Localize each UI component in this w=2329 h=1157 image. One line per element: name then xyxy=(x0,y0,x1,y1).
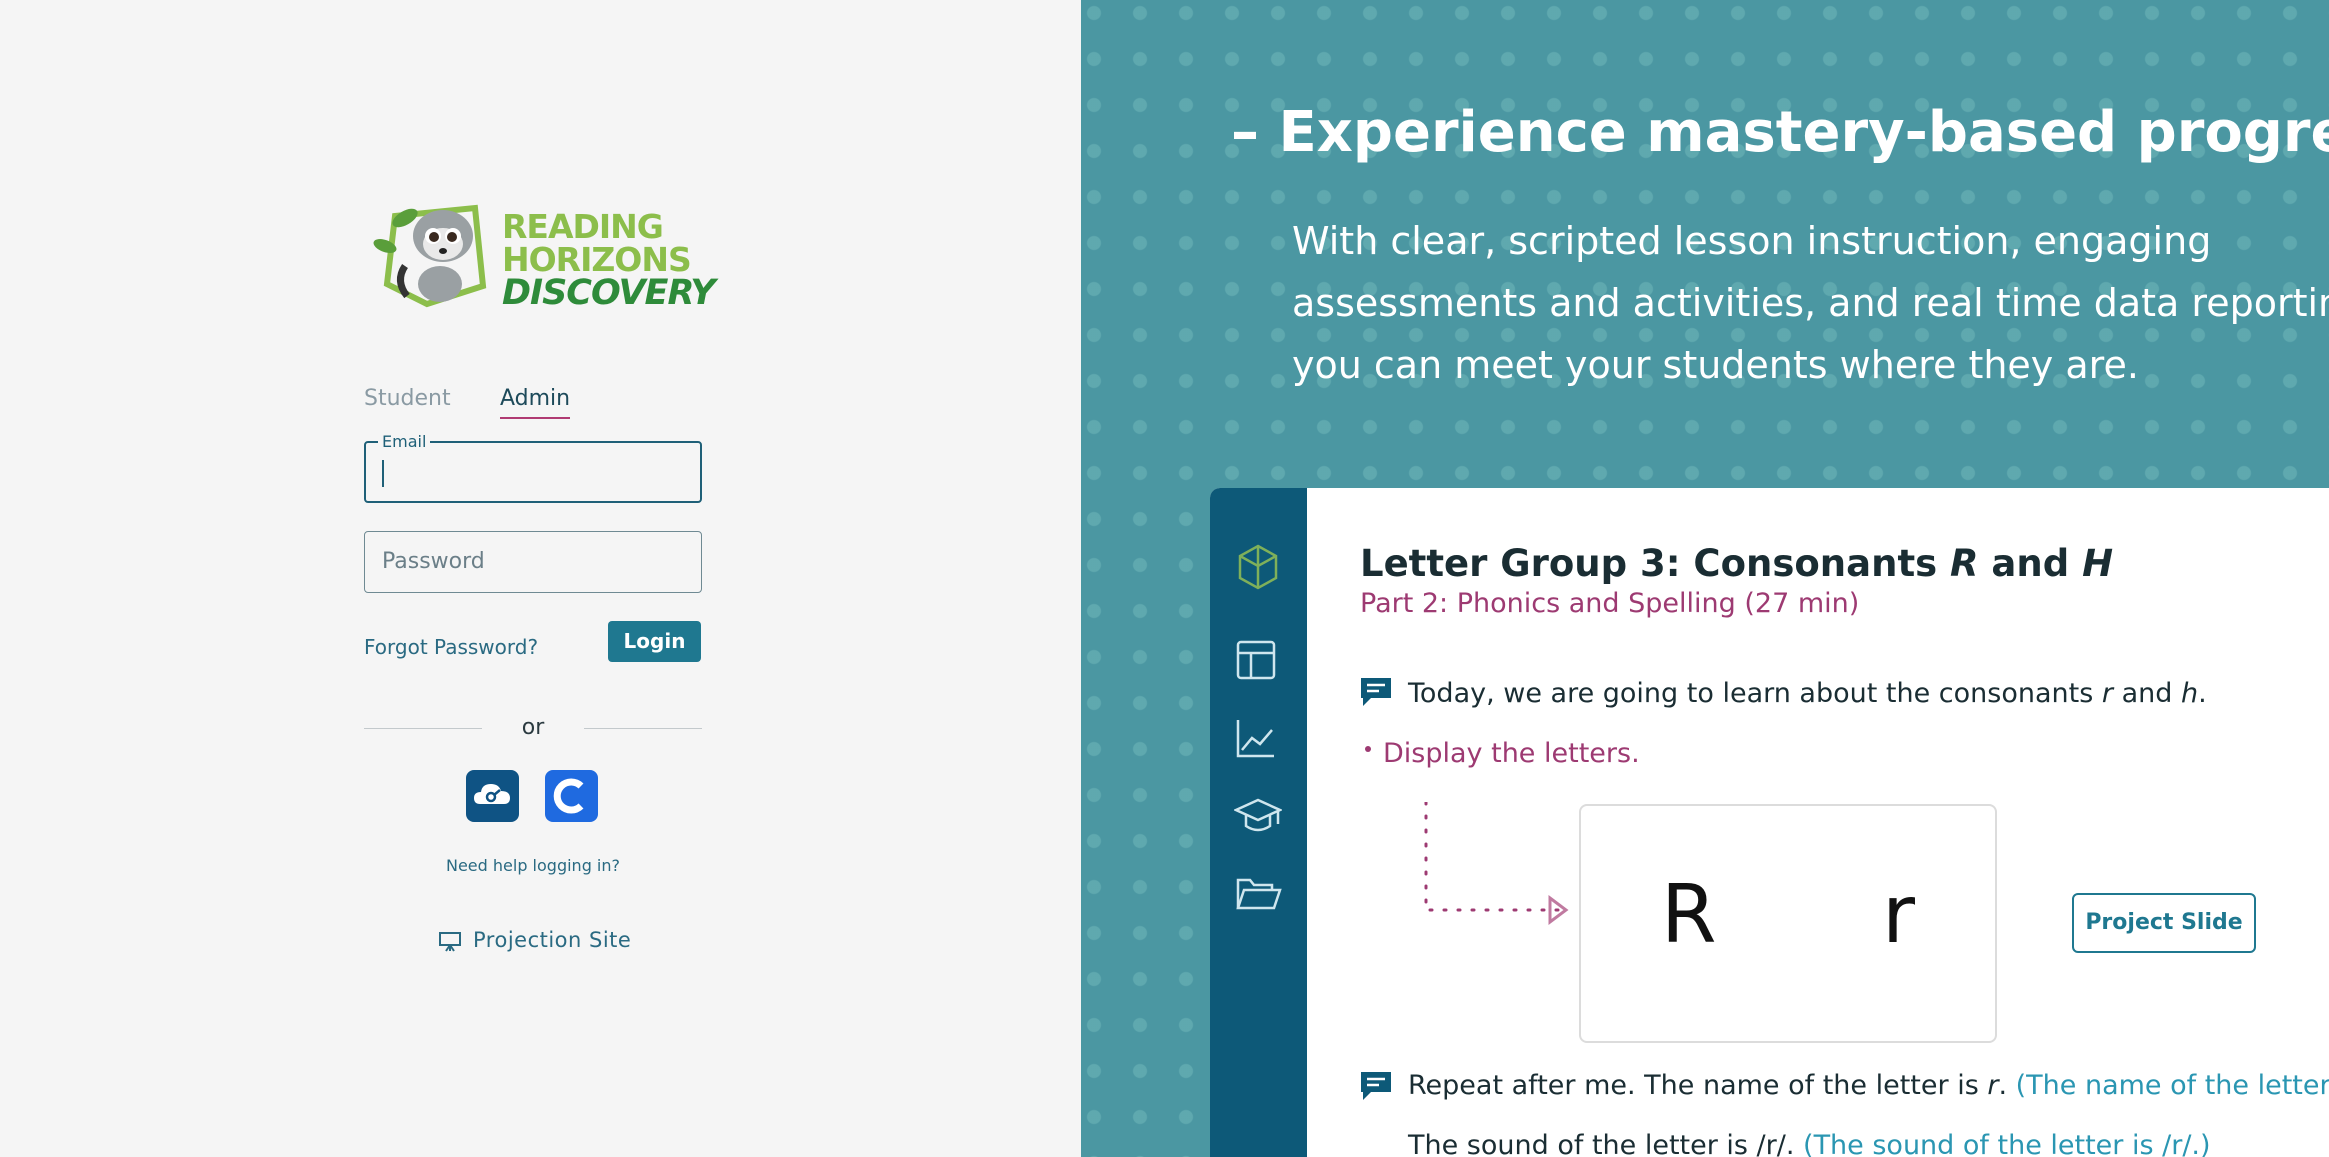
logo-text-horizons: HORIZONS xyxy=(502,240,692,279)
folder-open-icon xyxy=(1236,878,1282,910)
slide-letters: R r xyxy=(1661,868,1985,961)
student-response: (The sound of the letter is /r/.) xyxy=(1803,1130,2211,1157)
hero-body-line: you can meet your students where they ar… xyxy=(1292,343,2139,387)
projector-screen-icon xyxy=(439,932,461,952)
lesson-title-and: and xyxy=(1978,542,2083,585)
text-letter: h xyxy=(2180,678,2199,709)
sso-c-login-button[interactable] xyxy=(545,770,598,822)
forgot-password-link[interactable]: Forgot Password? xyxy=(364,635,538,659)
text-segment: and xyxy=(2113,678,2181,709)
display-letters-bullet: Display the letters. xyxy=(1383,738,1640,769)
bullet-dot xyxy=(1365,746,1371,752)
lesson-title-letter-r: R xyxy=(1950,542,1979,585)
need-help-link[interactable]: Need help logging in? xyxy=(364,856,702,875)
tab-student[interactable]: Student xyxy=(364,386,451,417)
password-field[interactable]: Password xyxy=(364,531,702,593)
sso-cloud-login-button[interactable] xyxy=(466,770,519,822)
student-response: (The name of the letter is r.) xyxy=(2016,1070,2329,1101)
app-sidebar xyxy=(1210,488,1307,1157)
hero-body-line: With clear, scripted lesson instruction,… xyxy=(1292,219,2212,263)
tab-admin[interactable]: Admin xyxy=(500,386,571,419)
lesson-title-prefix: Letter Group 3: Consonants xyxy=(1360,542,1951,585)
text-segment: The sound of the letter is /r/. xyxy=(1408,1130,1804,1157)
speech-bubble-icon xyxy=(1361,678,1391,706)
graduation-cap-icon xyxy=(1234,798,1282,832)
c-logo-icon xyxy=(553,778,584,814)
sound-line: The sound of the letter is /r/. (The sou… xyxy=(1408,1130,2211,1157)
chart-icon xyxy=(1236,720,1274,758)
lesson-app-preview: Letter Group 3: Consonants R and H Part … xyxy=(1210,488,2329,1157)
hero-title: – Experience mastery-based progression xyxy=(1231,100,2329,165)
cloud-key-icon xyxy=(474,784,510,804)
logo-text-reading: READING xyxy=(502,207,664,246)
repeat-line: Repeat after me. The name of the letter … xyxy=(1408,1070,2329,1101)
divider-line-right xyxy=(584,728,702,729)
book-logo-icon xyxy=(1238,544,1278,590)
letter-slide: R r xyxy=(1579,804,1997,1043)
text-segment: . xyxy=(2198,678,2207,709)
email-field[interactable]: Email xyxy=(364,432,702,503)
text-segment: Today, we are going to learn about the c… xyxy=(1408,678,2102,709)
logo-text-discovery: DISCOVERY xyxy=(502,273,716,313)
hero-body-line: assessments and activities, and real tim… xyxy=(1292,281,2329,325)
lemur-mascot-icon xyxy=(373,204,487,308)
text-caret xyxy=(382,460,384,487)
text-segment: . xyxy=(1998,1070,2016,1101)
reading-horizons-logo: READING HORIZONS DISCOVERY xyxy=(365,196,716,312)
login-panel: READING HORIZONS DISCOVERY Student Admin… xyxy=(0,0,1081,1157)
email-label: Email xyxy=(378,432,431,451)
dotted-arrow-icon xyxy=(1424,802,1569,925)
speech-bubble-icon xyxy=(1361,1072,1391,1100)
text-segment: (The name of the letter is xyxy=(2015,1070,2329,1101)
lesson-title-letter-h: H xyxy=(2082,542,2114,585)
login-button[interactable]: Login xyxy=(608,621,701,662)
lesson-title: Letter Group 3: Consonants R and H xyxy=(1360,542,2113,585)
projection-site-label: Projection Site xyxy=(473,928,632,952)
text-letter: r xyxy=(2101,678,2113,709)
instruction-line: Today, we are going to learn about the c… xyxy=(1408,678,2207,709)
lesson-subtitle: Part 2: Phonics and Spelling (27 min) xyxy=(1360,588,1860,619)
layout-icon xyxy=(1236,640,1276,680)
text-segment: Repeat after me. The name of the letter … xyxy=(1408,1070,1988,1101)
or-divider: or xyxy=(364,713,702,743)
hero-body: With clear, scripted lesson instruction,… xyxy=(1292,210,2329,396)
text-letter: r xyxy=(1987,1070,1999,1101)
marketing-panel: – Experience mastery-based progression W… xyxy=(1081,0,2329,1157)
password-placeholder: Password xyxy=(382,549,485,574)
project-slide-button[interactable]: Project Slide xyxy=(2072,893,2256,953)
